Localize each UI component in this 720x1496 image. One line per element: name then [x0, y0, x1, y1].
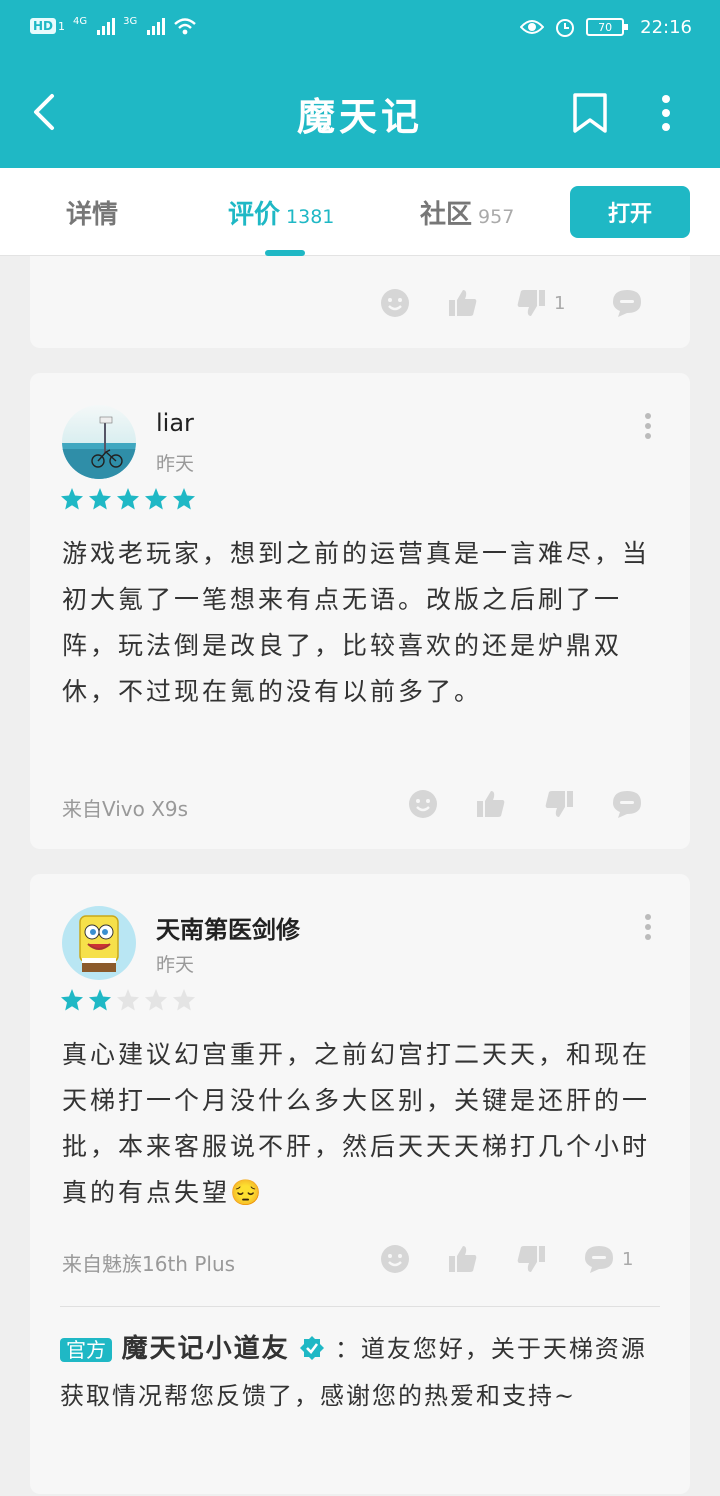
- star-rating: [60, 988, 196, 1012]
- official-tag: 官方: [60, 1338, 112, 1362]
- smile-icon: [381, 289, 409, 317]
- tab-count: 957: [478, 206, 515, 228]
- divider: [60, 1306, 660, 1307]
- avatar-image: [62, 906, 136, 980]
- comment-icon: [613, 290, 641, 317]
- comment-button[interactable]: 1: [584, 1244, 633, 1274]
- dislike-button[interactable]: 1: [516, 288, 565, 318]
- star-icon: [173, 488, 195, 510]
- dislike-button[interactable]: [516, 1244, 546, 1274]
- tab-details[interactable]: 详情: [66, 194, 118, 231]
- thumbs-down-icon: [517, 290, 545, 316]
- tab-label: 社区: [420, 200, 473, 230]
- star-icon: [145, 488, 167, 510]
- thumbs-up-icon: [449, 1246, 477, 1272]
- review-time: 昨天: [156, 453, 195, 475]
- open-button[interactable]: 打开: [570, 186, 690, 238]
- star-icon: [89, 989, 111, 1011]
- hd-badge: HD: [30, 18, 57, 34]
- more-vertical-icon[interactable]: [658, 94, 674, 132]
- dislike-count: 1: [554, 292, 566, 314]
- review-card: 1: [30, 256, 690, 348]
- star-icon: [61, 989, 83, 1011]
- eye-icon: [520, 20, 545, 34]
- tab-count: 1381: [286, 206, 335, 228]
- dislike-button[interactable]: [544, 789, 574, 819]
- thumbs-up-icon: [449, 290, 477, 316]
- thumbs-down-icon: [545, 791, 573, 817]
- official-reply: 官方 魔天记小道友 ：道友您好，关于天梯资源获取情况帮您反馈了，感谢您的热爱和支…: [60, 1326, 660, 1419]
- signal1-icon: [97, 17, 116, 35]
- emoji-react-button[interactable]: [408, 789, 438, 819]
- tab-label: 详情: [66, 200, 119, 230]
- star-icon: [117, 488, 139, 510]
- smile-icon: [409, 790, 437, 818]
- page-title: 魔天记: [296, 94, 423, 139]
- avatar-image: [62, 405, 136, 479]
- bookmark-icon[interactable]: [572, 92, 608, 134]
- status-bar: HD 1 4G 3G 70 22:16: [0, 0, 720, 58]
- tab-community[interactable]: 社区 957: [420, 194, 514, 231]
- comment-icon: [585, 1246, 613, 1273]
- alarm-icon: [556, 19, 575, 37]
- review-text: 游戏老玩家，想到之前的运营真是一言难尽，当初大氪了一笔想来有点无语。改版之后刷了…: [62, 539, 651, 706]
- comment-count: 1: [622, 1248, 634, 1270]
- smile-icon: [381, 1245, 409, 1273]
- thumbs-down-icon: [517, 1246, 545, 1272]
- star-icon: [145, 989, 167, 1011]
- star-icon: [89, 488, 111, 510]
- comment-button[interactable]: [612, 288, 642, 318]
- battery-icon: 70: [586, 18, 629, 36]
- review-time: 昨天: [156, 954, 195, 976]
- signal2-icon: [147, 17, 166, 35]
- like-button[interactable]: [448, 1244, 478, 1274]
- more-vertical-icon[interactable]: [642, 912, 654, 942]
- wifi-icon: [174, 18, 197, 35]
- emoji-react-button[interactable]: [380, 288, 410, 318]
- thumbs-up-icon: [477, 791, 505, 817]
- more-vertical-icon[interactable]: [642, 411, 654, 441]
- net2-label: 3G: [123, 16, 138, 27]
- net1-label: 4G: [73, 16, 88, 27]
- verified-badge-icon: [300, 1336, 325, 1360]
- comment-button[interactable]: [612, 789, 642, 819]
- clock: 22:16: [640, 16, 692, 38]
- app-bar: HD 1 4G 3G 70 22:16 魔天记: [0, 0, 720, 168]
- review-card: liar 昨天 游戏老玩家，想到之前的运营真是一言难尽，当初大氪了一笔想来有点无…: [30, 373, 690, 849]
- star-rating: [60, 487, 196, 511]
- avatar[interactable]: [62, 906, 136, 980]
- reply-author[interactable]: 魔天记小道友: [122, 1334, 290, 1364]
- username[interactable]: liar: [156, 409, 194, 437]
- emoji-react-button[interactable]: [380, 1244, 410, 1274]
- star-icon: [117, 989, 139, 1011]
- device-label: 来自Vivo X9s: [62, 797, 189, 821]
- tab-label: 评价: [228, 200, 281, 230]
- avatar[interactable]: [62, 405, 136, 479]
- comment-icon: [613, 791, 641, 818]
- sim-label: 1: [58, 19, 66, 33]
- device-label: 来自魅族16th Plus: [62, 1252, 236, 1276]
- like-button[interactable]: [448, 288, 478, 318]
- review-text: 真心建议幻宫重开，之前幻宫打二天天，和现在天梯打一个月没什么多大区别，关键是还肝…: [62, 1040, 651, 1207]
- star-icon: [61, 488, 83, 510]
- like-button[interactable]: [476, 789, 506, 819]
- tab-reviews[interactable]: 评价 1381: [228, 194, 334, 231]
- review-card: 天南第医剑修 昨天 真心建议幻宫重开，之前幻宫打二天天，和现在天梯打一个月没什么…: [30, 874, 690, 1494]
- star-icon: [173, 989, 195, 1011]
- username[interactable]: 天南第医剑修: [156, 910, 300, 945]
